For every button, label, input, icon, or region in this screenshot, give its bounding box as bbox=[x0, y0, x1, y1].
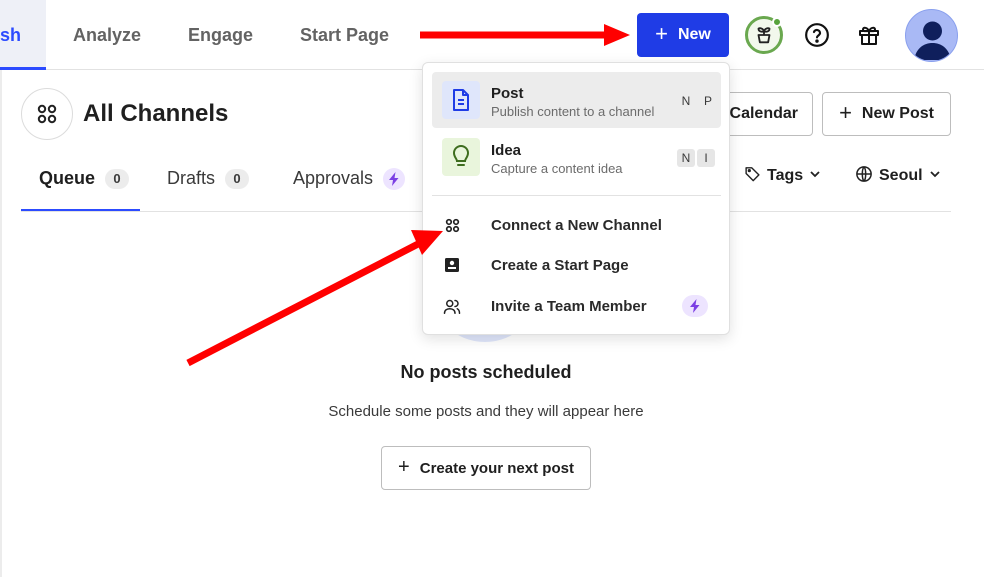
create-next-post-label: Create your next post bbox=[419, 459, 574, 477]
lightbulb-icon bbox=[442, 138, 480, 176]
plus-icon: + bbox=[655, 21, 668, 46]
new-dropdown-menu: Post Publish content to a channel N P Id… bbox=[422, 62, 730, 335]
menu-item-post-description: Publish content to a channel bbox=[491, 104, 655, 119]
tags-filter-label: Tags bbox=[767, 167, 804, 184]
menu-item-idea-description: Capture a content idea bbox=[491, 161, 623, 176]
empty-state-subtitle: Schedule some posts and they will appear… bbox=[328, 403, 644, 420]
drafts-count-badge: 0 bbox=[225, 169, 250, 189]
notification-dot bbox=[772, 17, 782, 27]
tab-queue[interactable]: Queue 0 bbox=[39, 168, 130, 212]
menu-item-create-start-page-label: Create a Start Page bbox=[491, 256, 629, 274]
new-button-label: New bbox=[677, 26, 711, 43]
nav-tab-analyze-label: Analyze bbox=[73, 25, 142, 45]
menu-divider bbox=[432, 195, 721, 196]
bolt-icon bbox=[682, 295, 708, 317]
nav-tab-engage-label: Engage bbox=[188, 25, 254, 45]
user-avatar-icon[interactable] bbox=[905, 9, 958, 62]
tags-filter[interactable]: Tags bbox=[744, 164, 821, 188]
start-page-icon bbox=[432, 257, 472, 273]
tab-approvals[interactable]: Approvals bbox=[293, 168, 406, 212]
shortcut-key: N bbox=[681, 94, 691, 108]
channels-grid-icon bbox=[432, 217, 472, 234]
menu-item-idea[interactable]: Idea Capture a content idea N I bbox=[432, 129, 721, 185]
calendar-button-label: Calendar bbox=[729, 105, 798, 122]
nav-tab-publish-label: sh bbox=[0, 25, 22, 45]
page-title: All Channels bbox=[83, 100, 229, 127]
gift-icon[interactable] bbox=[855, 21, 883, 49]
menu-item-invite-team[interactable]: Invite a Team Member bbox=[432, 287, 721, 325]
shortcut-key: I bbox=[697, 149, 715, 167]
shortcut-key: N bbox=[677, 149, 695, 167]
help-icon[interactable] bbox=[803, 21, 831, 49]
tab-approvals-label: Approvals bbox=[293, 168, 374, 188]
globe-icon bbox=[855, 165, 873, 188]
tag-icon bbox=[744, 165, 761, 187]
queue-count-badge: 0 bbox=[105, 169, 130, 189]
new-button[interactable]: + New bbox=[637, 13, 729, 57]
timezone-filter[interactable]: Seoul bbox=[855, 164, 941, 188]
chevron-down-icon bbox=[929, 167, 941, 185]
left-border bbox=[0, 70, 2, 577]
shortcut-key: P bbox=[703, 94, 712, 108]
nav-tab-start-page-label: Start Page bbox=[300, 25, 390, 45]
nav-tab-publish[interactable]: sh bbox=[0, 0, 46, 70]
new-post-button-label: New Post bbox=[861, 105, 934, 122]
tab-drafts-label: Drafts bbox=[167, 168, 216, 188]
menu-item-idea-title: Idea bbox=[491, 142, 522, 159]
channels-grid-icon bbox=[21, 88, 73, 140]
document-icon bbox=[442, 81, 480, 119]
menu-item-create-start-page[interactable]: Create a Start Page bbox=[432, 246, 721, 284]
tab-drafts[interactable]: Drafts 0 bbox=[167, 168, 250, 212]
top-navigation: sh Analyze Engage Start Page + New bbox=[0, 0, 984, 70]
menu-item-post-title: Post bbox=[491, 85, 524, 102]
menu-item-connect-channel-label: Connect a New Channel bbox=[491, 216, 662, 234]
arrow-to-connect-channel bbox=[186, 230, 443, 367]
nav-tab-start-page[interactable]: Start Page bbox=[300, 0, 389, 70]
menu-item-connect-channel[interactable]: Connect a New Channel bbox=[432, 206, 721, 244]
new-post-button[interactable]: + New Post bbox=[822, 92, 951, 136]
tab-queue-label: Queue bbox=[39, 168, 96, 188]
plus-icon: + bbox=[839, 100, 852, 125]
menu-item-post[interactable]: Post Publish content to a channel N P bbox=[432, 72, 721, 128]
bolt-icon bbox=[383, 168, 406, 190]
nav-tab-engage[interactable]: Engage bbox=[188, 0, 253, 70]
timezone-filter-label: Seoul bbox=[879, 167, 923, 184]
create-next-post-button[interactable]: + Create your next post bbox=[381, 446, 591, 490]
plant-icon[interactable] bbox=[745, 16, 783, 54]
team-icon bbox=[432, 298, 472, 315]
empty-state-title: No posts scheduled bbox=[400, 362, 572, 382]
nav-tab-analyze[interactable]: Analyze bbox=[73, 0, 141, 70]
chevron-down-icon bbox=[809, 167, 821, 185]
menu-item-invite-team-label: Invite a Team Member bbox=[491, 297, 647, 315]
plus-icon: + bbox=[398, 456, 410, 478]
